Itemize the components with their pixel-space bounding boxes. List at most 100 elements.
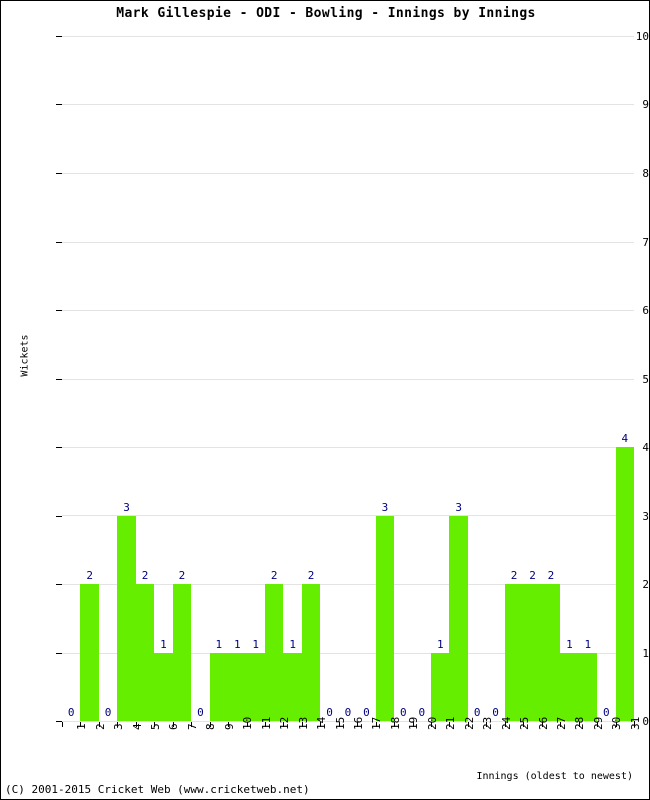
y-axis-tick-label: 9 [642,98,649,111]
gridline [62,242,634,243]
x-axis-tick-label: 26 [536,716,550,730]
bar-value-label: 2 [141,569,149,582]
bar-value-label: 3 [123,500,130,514]
x-axis-tick [62,722,63,727]
y-axis-tick [56,379,62,380]
bar [431,652,450,721]
gridline [62,36,634,37]
x-axis-tick-label: 25 [518,716,532,730]
x-axis-title: Innings (oldest to newest) [476,771,633,782]
y-axis-tick [56,104,62,105]
x-axis-tick-label: 6 [167,723,181,730]
y-axis-tick-label: 4 [642,441,649,454]
bar-value-label: 1 [289,637,296,651]
x-axis-tick-label: 21 [444,716,458,730]
bar-value-label: 3 [381,500,389,514]
bar [301,584,321,721]
x-axis-tick-label: 29 [591,716,605,730]
x-axis-tick-label: 2 [93,723,107,730]
bar [560,652,579,721]
x-axis-tick-label: 1 [75,723,89,730]
bar [523,584,542,721]
x-axis-tick-label: 10 [241,716,255,730]
y-axis-tick-label: 6 [642,304,649,317]
bar-value-label: 2 [307,569,315,582]
x-axis-tick-label: 19 [407,716,421,730]
x-axis-tick-label: 18 [388,716,402,730]
bar-value-label: 2 [510,569,518,582]
bar [541,584,561,721]
gridline [62,379,634,380]
bar [154,652,173,721]
x-axis-tick-label: 7 [185,723,199,730]
bar-value-label: 0 [104,706,112,719]
bar [135,584,155,721]
x-axis-tick-label: 13 [296,716,310,730]
footer-copyright: (C) 2001-2015 Cricket Web (www.cricketwe… [5,783,310,796]
y-axis-tick [56,516,62,517]
x-axis-tick-label: 16 [352,716,365,730]
bar-value-label: 1 [215,637,223,651]
bar-value-label: 2 [86,569,93,582]
gridline [62,515,634,516]
bar-value-label: 1 [566,637,573,651]
x-axis-tick-label: 22 [462,716,476,730]
bar [117,515,136,721]
x-axis-tick-label: 17 [370,716,384,730]
y-axis-tick-label: 5 [642,373,649,386]
bar-value-label: 3 [455,500,462,514]
plot-area: 0203212011121200030013002221104 [62,36,634,722]
bar [246,652,265,721]
x-axis-tick-label: 11 [259,716,273,730]
bar [449,515,468,721]
x-axis-tick-label: 30 [610,716,624,730]
y-axis-tick-label: 1 [642,647,649,660]
gridline [62,447,634,448]
x-axis-tick-label: 14 [315,716,329,730]
bar [228,652,247,721]
bar-value-label: 1 [160,637,167,651]
x-axis-tick-label: 3 [112,723,126,730]
x-axis-tick-label: 15 [333,716,347,730]
x-axis-tick-label: 9 [222,723,236,730]
x-axis-tick-label: 24 [499,716,513,730]
gridline [62,310,634,311]
y-axis-tick [56,36,62,37]
bar-value-label: 2 [270,569,278,582]
y-axis-tick [56,584,62,585]
page-title: Mark Gillespie - ODI - Bowling - Innings… [116,6,536,21]
bar [578,652,598,721]
y-axis-tick [56,173,62,174]
y-axis-tick [56,242,62,243]
bar [283,652,302,721]
bar [80,584,99,721]
gridline [62,104,634,105]
y-axis-tick-label: 7 [642,236,649,249]
bar-value-label: 0 [67,706,75,719]
y-axis-tick-label: 8 [642,167,649,180]
x-axis-tick-label: 20 [425,716,439,730]
bar-value-label: 1 [252,637,260,651]
bar-value-label: 1 [233,637,241,651]
x-axis-tick-label: 28 [573,716,587,730]
bar [172,584,192,721]
bar [209,652,229,721]
bar-value-label: 1 [436,637,444,651]
gridline [62,173,634,174]
x-axis-tick-label: 8 [204,723,218,730]
x-axis-tick-label: 31 [628,716,642,730]
y-axis-tick [56,653,62,654]
y-axis-title: Wickets [19,334,31,377]
bar [504,584,524,721]
bar-value-label: 0 [197,706,204,719]
y-axis-tick [56,310,62,311]
x-axis-tick-label: 5 [149,723,163,730]
bar-value-label: 1 [584,637,592,651]
y-axis-tick [56,447,62,448]
x-axis-tick-label: 23 [481,716,495,730]
y-axis-tick-label: 2 [642,578,649,591]
x-axis-tick-label: 4 [130,723,144,730]
bar-value-label: 2 [547,569,555,582]
x-axis-tick-label: 27 [554,716,568,730]
y-axis-tick-label: 10 [635,30,649,43]
